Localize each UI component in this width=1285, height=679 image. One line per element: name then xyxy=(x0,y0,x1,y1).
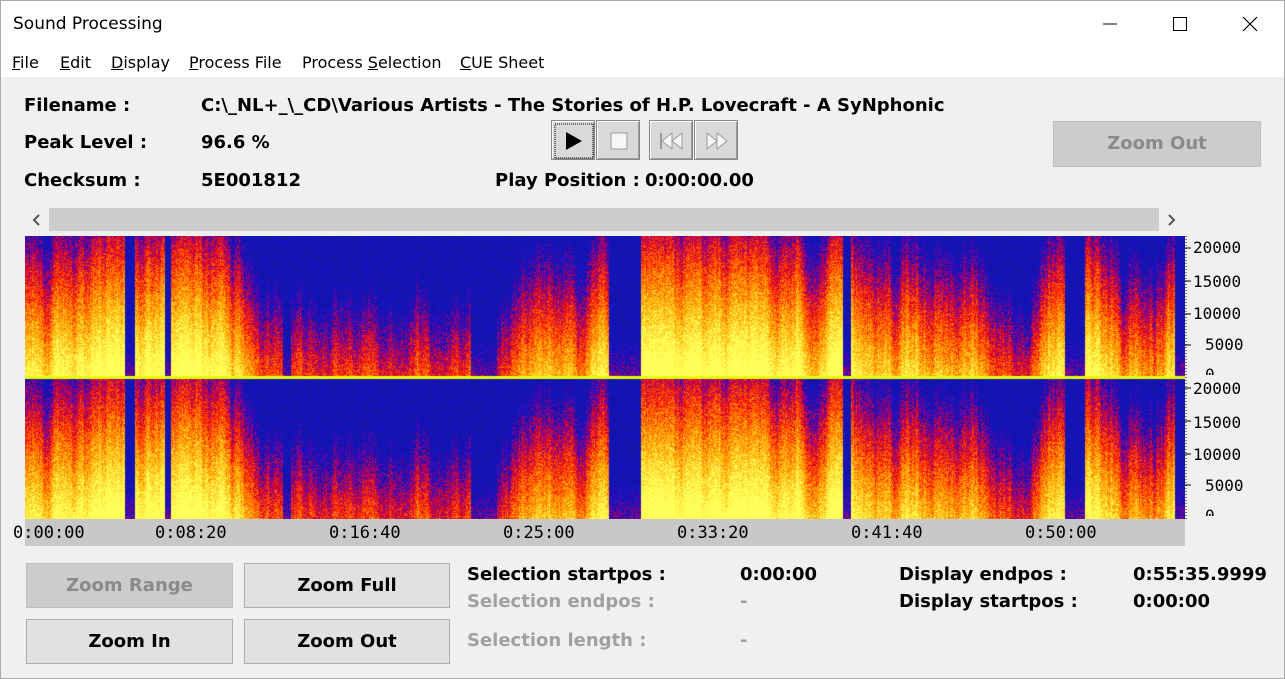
fast-forward-button[interactable] xyxy=(694,120,738,160)
close-button[interactable] xyxy=(1215,1,1285,47)
selection-startpos-value: 0:00:00 xyxy=(740,564,818,585)
zoom-range-button[interactable]: Zoom Range xyxy=(26,563,233,608)
minimize-icon xyxy=(1103,23,1117,25)
time-tick-label: 0:08:20 xyxy=(155,523,227,543)
close-icon xyxy=(1242,16,1258,32)
zoom-in-button[interactable]: Zoom In xyxy=(26,619,233,664)
scroll-left-icon[interactable] xyxy=(27,210,47,230)
checksum-value: 5E001812 xyxy=(201,170,301,191)
time-tick-label: 0:50:00 xyxy=(1025,523,1097,543)
title-bar: Sound Processing xyxy=(1,1,1284,47)
spectrogram[interactable] xyxy=(25,236,1185,519)
stop-icon xyxy=(610,132,628,150)
time-tick-label: 0:33:20 xyxy=(677,523,749,543)
menu-process-selection[interactable]: Process Selection xyxy=(302,53,442,72)
scroll-right-icon[interactable] xyxy=(1161,210,1181,230)
menu-edit[interactable]: Edit xyxy=(60,53,91,72)
fast-forward-icon xyxy=(706,131,728,151)
frequency-axis: 20000 15000 10000 5000 0 20000 15000 100… xyxy=(1185,236,1265,519)
horizontal-scrollbar[interactable] xyxy=(25,206,1185,233)
time-tick-label: 0:00:00 xyxy=(13,523,85,543)
minimize-button[interactable] xyxy=(1075,1,1145,47)
peak-level-label: Peak Level : xyxy=(24,132,148,153)
freq-tick-label: 10000 xyxy=(1193,304,1242,323)
selection-length-label: Selection length : xyxy=(467,630,647,651)
rewind-icon xyxy=(660,131,683,151)
freq-tick-label: 0 xyxy=(1205,506,1215,516)
play-button[interactable] xyxy=(551,120,595,160)
filename-value: C:\_NL+_\_CD\Various Artists - The Stori… xyxy=(201,95,945,116)
sound-processing-window: Sound Processing File Edit Display Proce… xyxy=(0,0,1285,679)
play-position-label: Play Position : xyxy=(495,170,640,191)
selection-endpos-label: Selection endpos : xyxy=(467,591,655,612)
play-position-value: 0:00:00.00 xyxy=(645,170,754,191)
freq-tick-label: 15000 xyxy=(1193,272,1242,291)
time-tick-label: 0:25:00 xyxy=(503,523,575,543)
time-tick-label: 0:41:40 xyxy=(851,523,923,543)
display-startpos-label: Display startpos : xyxy=(899,591,1078,612)
zoom-full-button[interactable]: Zoom Full xyxy=(244,563,450,608)
window-title: Sound Processing xyxy=(13,14,163,34)
menu-cue-sheet[interactable]: CUE Sheet xyxy=(460,53,544,72)
menu-file[interactable]: File xyxy=(12,53,39,72)
time-tick-label: 0:16:40 xyxy=(329,523,401,543)
freq-tick-label: 5000 xyxy=(1205,476,1244,495)
zoom-out-button[interactable]: Zoom Out xyxy=(244,619,450,664)
filename-label: Filename : xyxy=(24,95,131,116)
top-zoom-out-button[interactable]: Zoom Out xyxy=(1053,121,1261,167)
menu-display[interactable]: Display xyxy=(111,53,170,72)
peak-level-value: 96.6 % xyxy=(201,132,270,153)
freq-tick-label: 5000 xyxy=(1205,335,1244,354)
maximize-button[interactable] xyxy=(1145,1,1215,47)
stop-button[interactable] xyxy=(596,120,640,160)
freq-tick-label: 20000 xyxy=(1193,379,1242,398)
scrollbar-thumb[interactable] xyxy=(49,208,1159,231)
menu-bar: File Edit Display Process File Process S… xyxy=(1,47,1284,77)
rewind-button[interactable] xyxy=(649,120,693,160)
play-icon xyxy=(554,123,594,159)
freq-tick-label: 0 xyxy=(1205,365,1215,375)
maximize-icon xyxy=(1173,17,1187,31)
freq-tick-label: 10000 xyxy=(1193,445,1242,464)
display-startpos-value: 0:00:00 xyxy=(1133,591,1211,612)
time-axis: 0:00:00 0:08:20 0:16:40 0:25:00 0:33:20 … xyxy=(13,519,1185,546)
menu-process-file[interactable]: Process File xyxy=(189,53,282,72)
freq-tick-label: 15000 xyxy=(1193,413,1242,432)
selection-endpos-value: - xyxy=(740,591,748,612)
display-endpos-value: 0:55:35.9999 xyxy=(1133,564,1267,585)
selection-length-value: - xyxy=(740,630,748,651)
freq-tick-label: 20000 xyxy=(1193,238,1242,257)
display-endpos-label: Display endpos : xyxy=(899,564,1067,585)
selection-startpos-label: Selection startpos : xyxy=(467,564,666,585)
checksum-label: Checksum : xyxy=(24,170,141,191)
